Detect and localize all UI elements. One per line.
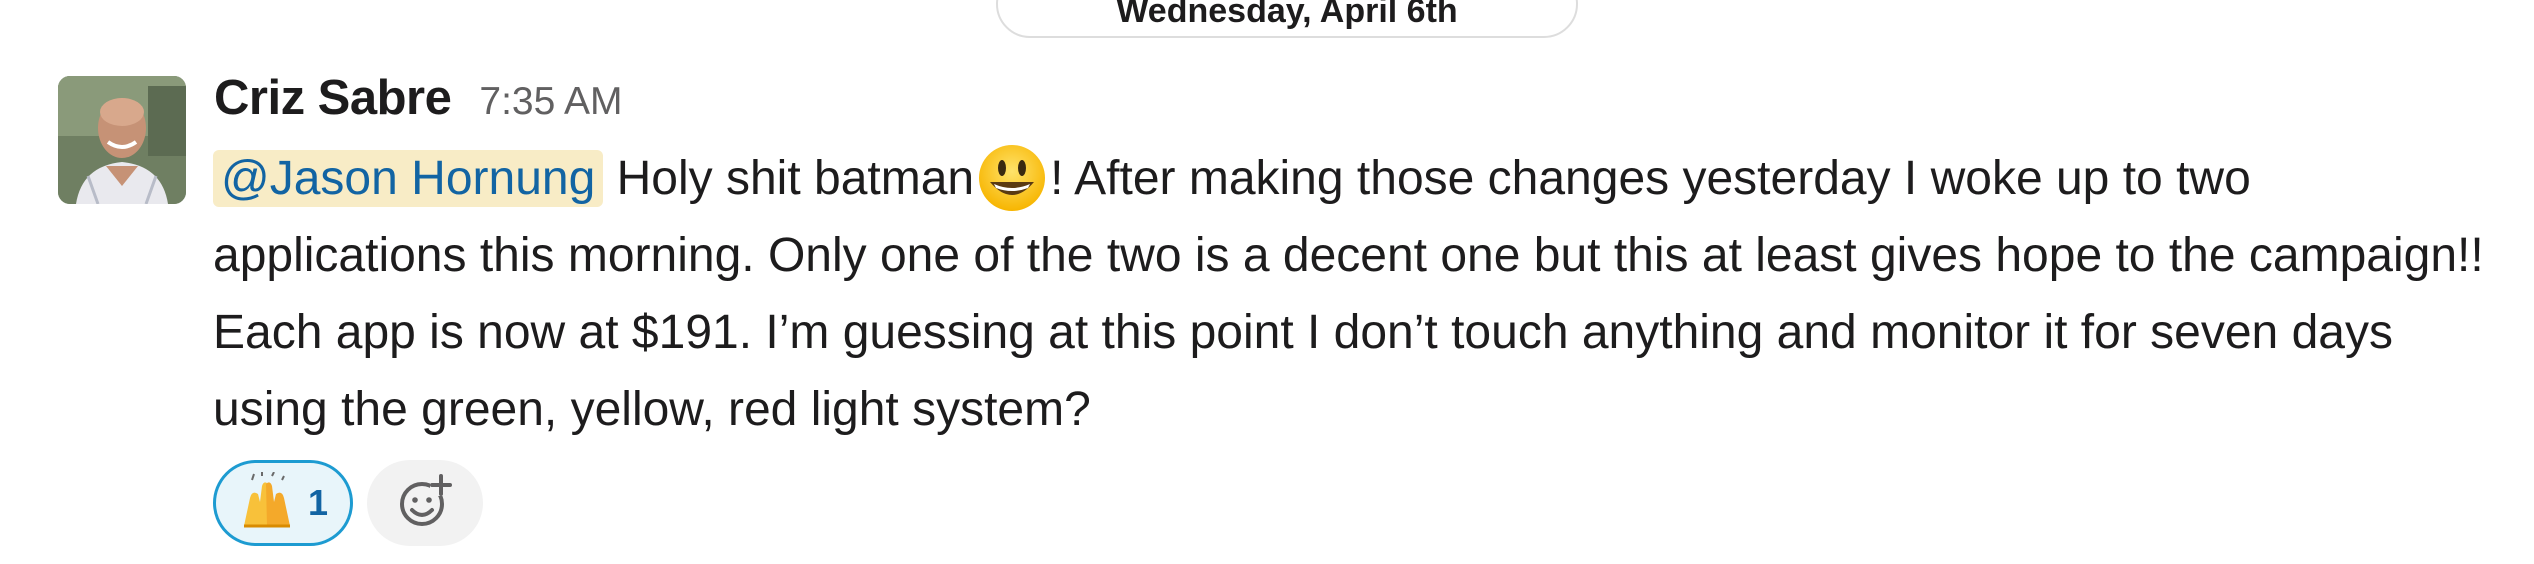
- reaction-raising-hands[interactable]: 1: [213, 460, 353, 546]
- message-body: @Jason Hornung Holy shit batman ! After …: [213, 140, 2513, 448]
- user-mention[interactable]: @Jason Hornung: [213, 150, 604, 207]
- grinning-face-emoji-icon: [976, 142, 1048, 214]
- add-reaction-icon: [396, 472, 454, 535]
- message-header: Criz Sabre 7:35 AM: [214, 70, 622, 126]
- date-divider[interactable]: Wednesday, April 6th: [996, 0, 1578, 38]
- avatar[interactable]: [58, 76, 186, 204]
- message-timestamp[interactable]: 7:35 AM: [479, 80, 622, 124]
- reactions-bar: 1: [213, 460, 483, 546]
- add-reaction-button[interactable]: [367, 460, 483, 546]
- date-divider-label: Wednesday, April 6th: [1116, 0, 1458, 30]
- raising-hands-emoji-icon: [238, 471, 296, 535]
- author-name[interactable]: Criz Sabre: [214, 70, 452, 126]
- message-text-start: Holy shit batman: [603, 152, 975, 205]
- reaction-count: 1: [307, 482, 329, 523]
- avatar-image: [58, 76, 186, 204]
